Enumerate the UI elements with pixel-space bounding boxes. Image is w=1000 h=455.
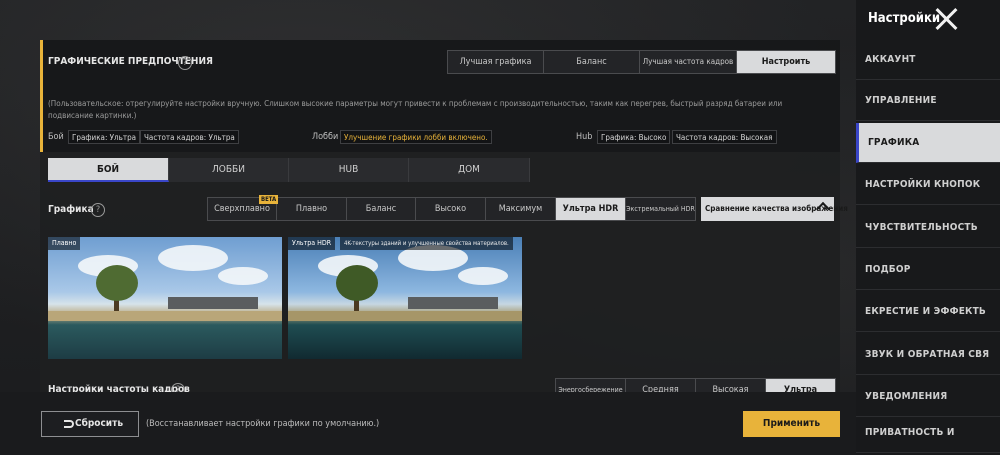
current-battle-label: Бой xyxy=(48,132,64,142)
sidebar-item-notifications[interactable]: УВЕДОМЛЕНИЯ xyxy=(856,377,1000,417)
preview-ultra-hdr: Ультра HDR 4K-текстуры зданий и улучшенн… xyxy=(288,237,522,359)
current-battle-graphics: Графика: Ультра xyxy=(68,130,141,144)
preview-hdr-tag: Ультра HDR xyxy=(288,237,336,250)
sidebar-item-button-settings[interactable]: НАСТРОЙКИ КНОПОК xyxy=(856,165,1000,205)
tab-home[interactable]: ДОМ xyxy=(409,158,530,182)
sidebar-item-controls[interactable]: УПРАВЛЕНИЕ xyxy=(856,81,1000,121)
sidebar-item-account[interactable]: АККАУНТ xyxy=(856,40,1000,80)
sidebar-item-sensitivity[interactable]: ЧУВСТВИТЕЛЬНОСТЬ xyxy=(856,208,1000,248)
current-battle-fps: Частота кадров: Ультра xyxy=(140,130,239,144)
mode-tabs: БОЙ ЛОББИ HUB ДОМ xyxy=(48,158,836,182)
beta-badge: BETA xyxy=(259,195,279,204)
current-lobby-label: Лобби xyxy=(312,132,339,142)
tab-hub[interactable]: HUB xyxy=(289,158,409,182)
preferences-help-icon[interactable]: ? xyxy=(178,56,192,70)
sidebar-title: Настройки xyxy=(868,11,941,26)
graphics-label: Графика xyxy=(48,204,94,215)
current-hub-fps: Частота кадров: Высокая xyxy=(672,130,777,144)
graphics-option-balance[interactable]: Баланс xyxy=(347,198,416,220)
preview-smooth: Плавно xyxy=(48,237,282,359)
image-quality-compare-button[interactable]: Сравнение качества изображения xyxy=(701,197,848,221)
graphics-option-max[interactable]: Максимум xyxy=(486,198,556,220)
current-hub-graphics: Графика: Высоко xyxy=(597,130,671,144)
sidebar-item-privacy[interactable]: ПРИВАТНОСТЬ И xyxy=(856,413,1000,453)
graphics-option-high[interactable]: Высоко xyxy=(416,198,486,220)
preset-custom[interactable]: Настроить xyxy=(737,51,835,73)
sidebar-item-pickup[interactable]: ПОДБОР xyxy=(856,250,1000,290)
sidebar-item-graphics[interactable]: ГРАФИКА xyxy=(856,123,1000,163)
preset-best-fps[interactable]: Лучшая частота кадров xyxy=(640,51,737,73)
preview-hdr-desc: 4K-текстуры зданий и улучшенные свойства… xyxy=(340,237,513,250)
reset-note: (Восстанавливает настройки графики по ум… xyxy=(146,419,380,429)
sidebar-item-crosshair[interactable]: ЕКРЕСТИЕ И ЭФФЕКТЬ xyxy=(856,292,1000,332)
preferences-description: (Пользовательское: отрегулируйте настрой… xyxy=(48,99,783,120)
sidebar-header: Настройки xyxy=(856,0,1000,40)
tab-battle[interactable]: БОЙ xyxy=(48,158,169,182)
reset-icon xyxy=(64,420,74,428)
preferences-selector: Лучшая графика Баланс Лучшая частота кад… xyxy=(447,50,836,74)
settings-sidebar: Настройки АККАУНТ УПРАВЛЕНИЕ ГРАФИКА НАС… xyxy=(856,0,1000,455)
reset-button[interactable]: Сбросить xyxy=(41,411,139,437)
tab-lobby[interactable]: ЛОББИ xyxy=(169,158,289,182)
preset-balance[interactable]: Баланс xyxy=(544,51,640,73)
graphics-option-extreme-hdr[interactable]: Экстремальный HDR xyxy=(626,198,695,220)
graphics-option-ultra-hdr[interactable]: Ультра HDR xyxy=(556,198,626,220)
close-icon[interactable] xyxy=(934,7,958,31)
graphics-help-icon[interactable]: ? xyxy=(91,203,105,217)
sidebar-item-audio[interactable]: ЗВУК И ОБРАТНАЯ СВЯ xyxy=(856,335,1000,375)
graphics-option-smooth[interactable]: Плавно xyxy=(277,198,347,220)
graphics-quality-selector: Сверхплавно Плавно Баланс Высоко Максиму… xyxy=(207,197,696,221)
apply-button[interactable]: Применить xyxy=(743,411,840,437)
current-hub-label: Hub xyxy=(576,132,593,142)
current-lobby-value: Улучшение графики лобби включено. xyxy=(340,130,492,144)
preset-best-graphics[interactable]: Лучшая графика xyxy=(448,51,544,73)
preview-smooth-tag: Плавно xyxy=(48,237,81,250)
